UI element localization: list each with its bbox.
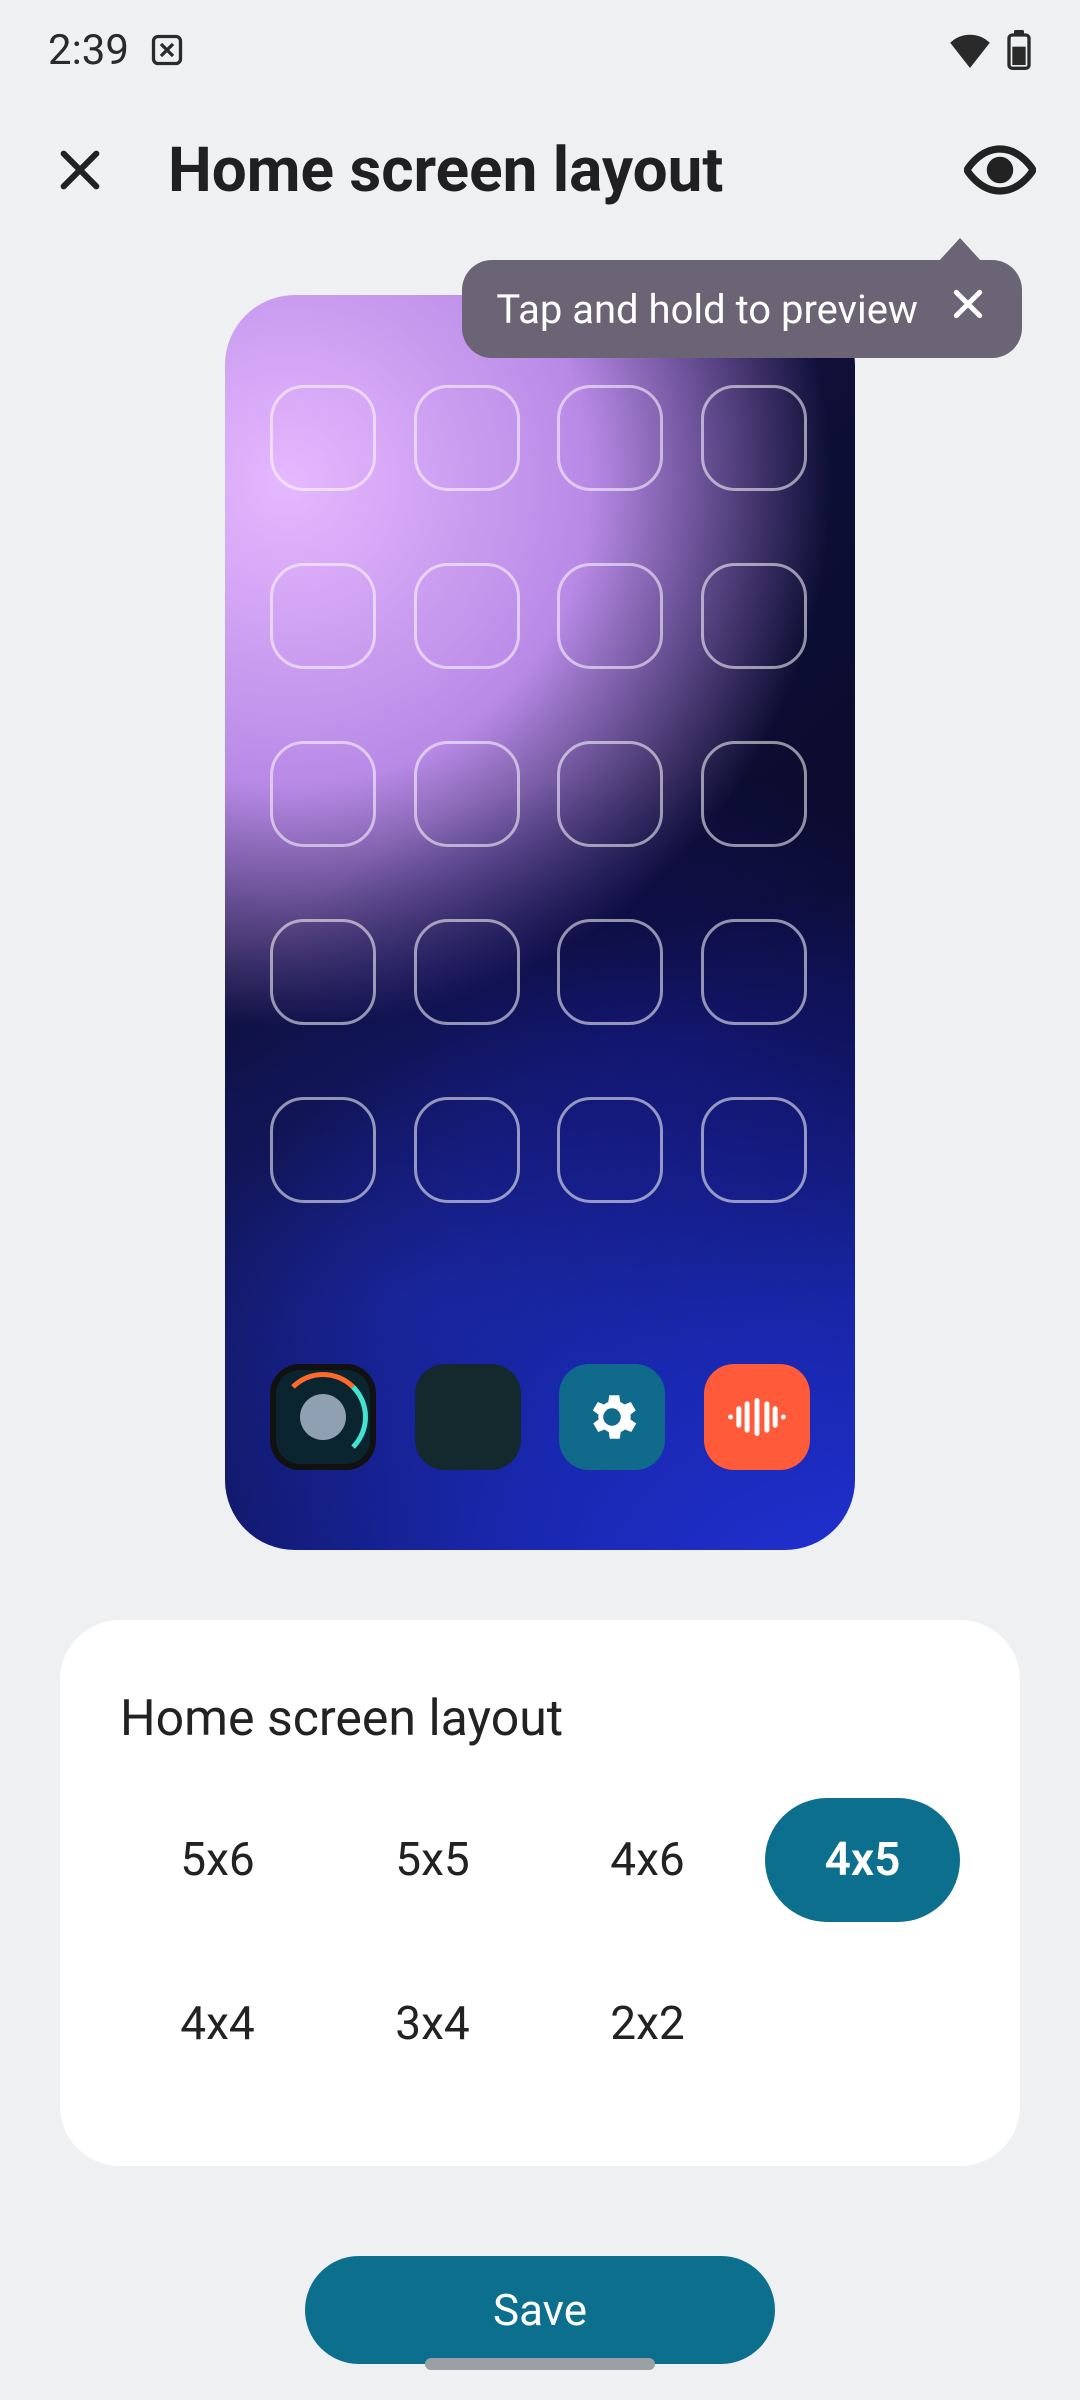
preview-tooltip: Tap and hold to preview [462, 260, 1022, 358]
preview-eye-button[interactable] [960, 130, 1040, 210]
dock-icon-moto [270, 1364, 376, 1470]
grid-slot [557, 1097, 663, 1203]
layout-options-grid: 5x65x54x64x5 4x43x42x2 [120, 1798, 960, 2086]
tooltip-text: Tap and hold to preview [496, 286, 918, 333]
gesture-nav-handle[interactable] [425, 2358, 655, 2370]
tooltip-close-button[interactable] [948, 284, 988, 334]
grid-slot [414, 563, 520, 669]
preview-dock [270, 1364, 810, 1470]
grid-slot [557, 385, 663, 491]
layout-option-5x5[interactable]: 5x5 [335, 1798, 530, 1922]
grid-slot [557, 919, 663, 1025]
wifi-icon [948, 32, 992, 68]
grid-slot [701, 1097, 807, 1203]
grid-slot [414, 1097, 520, 1203]
grid-slot [557, 563, 663, 669]
save-button[interactable]: Save [305, 2256, 775, 2364]
status-bar: 2:39 [0, 0, 1080, 100]
layout-option-4x5[interactable]: 4x5 [765, 1798, 960, 1922]
grid-slot [270, 385, 376, 491]
layout-option-2x2[interactable]: 2x2 [550, 1962, 745, 2086]
grid-slot [414, 919, 520, 1025]
grid-slot [701, 741, 807, 847]
page-title: Home screen layout [168, 134, 912, 207]
app-bar: Home screen layout [0, 100, 1080, 240]
grid-slot [701, 919, 807, 1025]
layout-options-card: Home screen layout 5x65x54x64x5 4x43x42x2 [60, 1620, 1020, 2166]
grid-slot [701, 563, 807, 669]
grid-slot [270, 919, 376, 1025]
grid-slot [414, 385, 520, 491]
battery-icon [1006, 30, 1032, 70]
grid-slot [270, 563, 376, 669]
layout-option-4x4[interactable]: 4x4 [120, 1962, 315, 2086]
layout-option-4x6[interactable]: 4x6 [550, 1798, 745, 1922]
layout-option-3x4[interactable]: 3x4 [335, 1962, 530, 2086]
home-screen-preview[interactable] [225, 295, 855, 1550]
grid-slot [270, 741, 376, 847]
dock-icon-settings [559, 1364, 665, 1470]
card-title: Home screen layout [120, 1690, 960, 1748]
dock-icon-apps [415, 1364, 521, 1470]
grid-slot [414, 741, 520, 847]
close-button[interactable] [40, 130, 120, 210]
grid-slot [270, 1097, 376, 1203]
dock-icon-recorder [704, 1364, 810, 1470]
close-square-icon [149, 32, 185, 68]
layout-option-5x6[interactable]: 5x6 [120, 1798, 315, 1922]
grid-slot [701, 385, 807, 491]
grid-slot [557, 741, 663, 847]
status-time: 2:39 [48, 26, 129, 75]
